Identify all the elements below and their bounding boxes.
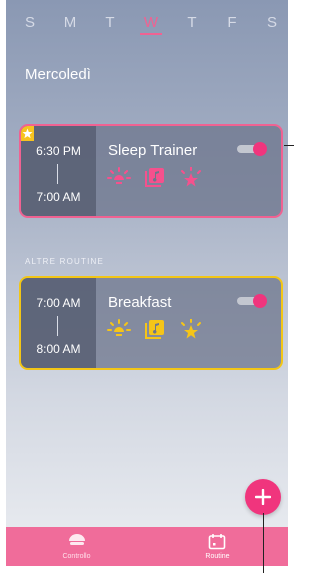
tab-controllo[interactable]: Controllo — [6, 527, 147, 566]
calendar-icon — [208, 533, 226, 555]
routine-end-time: 7:00 AM — [36, 190, 81, 204]
bottom-tab-bar: Controllo Routine — [6, 527, 288, 566]
favorite-star-icon — [21, 126, 34, 141]
tab-routine[interactable]: Routine — [147, 527, 288, 566]
other-routines-section-label: ALTRE ROUTINE — [25, 257, 105, 266]
day-saturday[interactable]: S — [262, 14, 282, 31]
tab-label: Controllo — [62, 553, 91, 560]
selected-day-indicator — [140, 33, 162, 35]
lamp-icon — [67, 533, 87, 554]
routine-time-range: 7:00 AM 8:00 AM — [21, 278, 96, 368]
routine-card-sleep-trainer[interactable]: 6:30 PM 7:00 AM Sleep Trainer — [19, 124, 283, 218]
music-icon — [145, 167, 165, 192]
time-divider — [57, 164, 58, 184]
day-title: Mercoledì — [25, 66, 91, 83]
music-icon — [145, 319, 165, 344]
routine-start-time: 6:30 PM — [36, 144, 81, 158]
routine-name: Sleep Trainer — [108, 142, 198, 159]
day-monday[interactable]: M — [60, 14, 80, 31]
day-friday[interactable]: F — [222, 14, 242, 31]
annotation-line-fab — [263, 513, 264, 573]
light-icon — [107, 319, 131, 346]
routine-enable-toggle[interactable] — [237, 294, 267, 308]
time-divider — [57, 316, 58, 336]
plus-icon — [255, 489, 271, 505]
routine-card-breakfast[interactable]: 7:00 AM 8:00 AM Breakfast — [19, 276, 283, 370]
day-thursday[interactable]: T — [182, 14, 202, 31]
star-sparkle-icon — [179, 318, 203, 346]
routine-enable-toggle[interactable] — [237, 142, 267, 156]
day-tuesday[interactable]: T — [100, 14, 120, 31]
tab-label: Routine — [205, 553, 230, 560]
routine-name: Breakfast — [108, 294, 172, 311]
day-wednesday[interactable]: W — [141, 14, 161, 31]
star-sparkle-icon — [179, 166, 203, 194]
phone-screen: S M T W T F S Mercoledì 6:30 PM 7:00 AM … — [6, 0, 288, 566]
routine-start-time: 7:00 AM — [36, 296, 81, 310]
add-routine-button[interactable] — [245, 479, 281, 515]
day-sunday[interactable]: S — [20, 14, 40, 31]
light-icon — [107, 167, 131, 194]
routine-end-time: 8:00 AM — [36, 342, 81, 356]
annotation-line-card — [284, 145, 294, 146]
